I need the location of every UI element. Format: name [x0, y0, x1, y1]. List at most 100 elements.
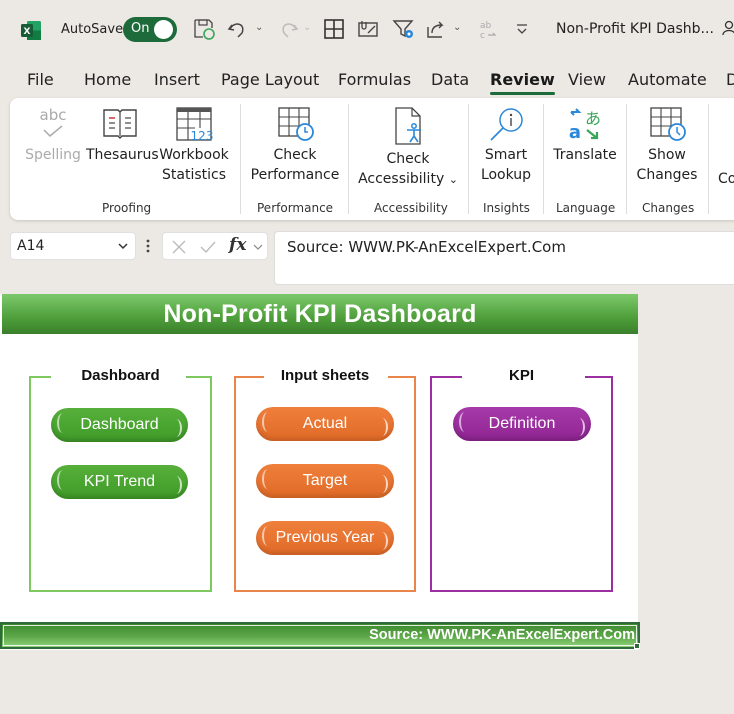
- source-footer-cell[interactable]: Source: WWW.PK-AnExcelExpert.Com: [0, 622, 640, 649]
- dashboard-nav-button[interactable]: Dashboard: [51, 408, 188, 442]
- dashboard-header-band: Non-Profit KPI Dashboard: [2, 294, 638, 334]
- borders-icon[interactable]: [322, 17, 346, 41]
- workbook-statistics-button[interactable]: 123 Workbook Statistics: [158, 106, 230, 185]
- undo-icon[interactable]: [226, 17, 250, 41]
- group-separator: [348, 104, 349, 214]
- share-icon[interactable]: [424, 17, 448, 41]
- thesaurus-button[interactable]: Thesaurus: [86, 106, 159, 165]
- customize-toolbar-icon[interactable]: [510, 17, 534, 41]
- group-label-changes: Changes: [642, 201, 695, 215]
- cancel-icon[interactable]: [171, 239, 187, 255]
- share-people-icon[interactable]: [722, 20, 734, 38]
- redo-icon: [282, 23, 299, 38]
- translate-label: Translate: [553, 147, 617, 163]
- group-separator: [708, 104, 709, 214]
- panel-title-kpi: KPI: [508, 367, 534, 384]
- sheet-background: [638, 294, 734, 714]
- group-label-language: Language: [556, 201, 616, 215]
- document-title[interactable]: Non-Profit KPI Dashb...: [556, 21, 714, 37]
- ribbon-tabs: File Home Insert Page Layout Formulas Da…: [0, 60, 734, 98]
- group-separator: [240, 104, 241, 214]
- target-nav-button[interactable]: Target: [256, 464, 394, 498]
- smart-lookup-icon: [490, 108, 523, 141]
- comments-label-partial: Co: [718, 171, 734, 187]
- check-performance-button[interactable]: Check Performance: [250, 106, 340, 185]
- panel-title-dashboard: Dashboard: [81, 367, 160, 384]
- name-box-value: A14: [17, 238, 45, 254]
- excel-logo-icon: X: [21, 21, 41, 40]
- smart-lookup-button[interactable]: Smart Lookup: [474, 106, 538, 185]
- save-sync-icon[interactable]: [192, 17, 216, 41]
- panel-input-sheets: Input sheets Actual Target Previous Year: [234, 367, 416, 592]
- name-box[interactable]: A14: [10, 232, 136, 260]
- more-options-icon[interactable]: [146, 238, 150, 254]
- panel-title-input-sheets: Input sheets: [280, 367, 370, 384]
- group-label-performance: Performance: [257, 201, 334, 215]
- tab-home[interactable]: Home: [84, 70, 131, 89]
- chevron-down-icon: ⌄: [448, 173, 458, 186]
- group-label-proofing: Proofing: [102, 201, 152, 215]
- autosave-state: On: [131, 21, 150, 36]
- show-changes-label-1: Show: [648, 147, 686, 163]
- kpi-trend-nav-button[interactable]: KPI Trend: [51, 465, 188, 499]
- undo-dropdown-chevron-icon[interactable]: ⌄: [255, 22, 263, 33]
- source-footer-text: Source: WWW.PK-AnExcelExpert.Com: [369, 627, 635, 643]
- enter-check-icon[interactable]: [199, 239, 217, 255]
- chevron-down-icon[interactable]: [117, 240, 129, 252]
- worksheet[interactable]: Non-Profit KPI Dashboard Dashboard Dashb…: [0, 294, 638, 650]
- fill-handle[interactable]: [634, 643, 640, 649]
- ribbon: abc Spelling Thesaurus 123 Workbook Stat…: [10, 98, 734, 220]
- svg-text:X: X: [24, 27, 31, 37]
- tab-insert[interactable]: Insert: [154, 70, 200, 89]
- definition-nav-button[interactable]: Definition: [453, 407, 591, 441]
- formula-input[interactable]: Source: WWW.PK-AnExcelExpert.Com: [274, 231, 734, 285]
- filter-settings-icon[interactable]: [392, 17, 416, 41]
- accessibility-icon: [395, 107, 421, 145]
- show-changes-button[interactable]: Show Changes: [632, 106, 702, 185]
- panel-dashboard: Dashboard Dashboard KPI Trend: [29, 367, 212, 592]
- book-icon: [103, 109, 137, 139]
- actual-nav-button[interactable]: Actual: [256, 407, 394, 441]
- redo-dropdown-chevron-icon: ⌄: [303, 22, 312, 33]
- tab-draw[interactable]: D: [726, 70, 734, 89]
- button-label: KPI Trend: [83, 473, 156, 490]
- insert-function-icon[interactable]: fx: [229, 235, 246, 255]
- show-changes-label-2: Changes: [636, 167, 698, 183]
- show-changes-icon: [650, 107, 686, 141]
- tab-review[interactable]: Review: [490, 70, 555, 95]
- spelling-label: Spelling: [25, 147, 81, 163]
- thesaurus-label: Thesaurus: [86, 147, 159, 163]
- tab-page-layout[interactable]: Page Layout: [221, 70, 319, 89]
- check-performance-icon: [278, 107, 314, 141]
- form-icon[interactable]: [356, 17, 380, 41]
- translate-button[interactable]: a あ Translate: [550, 106, 620, 165]
- formula-buttons: fx: [162, 232, 268, 260]
- svg-text:ab: ab: [480, 21, 492, 31]
- check-accessibility-button[interactable]: Check Accessibility ⌄: [356, 106, 460, 190]
- autosave-toggle[interactable]: On: [123, 17, 177, 42]
- panel-kpi: KPI Definition: [430, 367, 613, 592]
- workbook-statistics-icon: 123: [176, 107, 213, 142]
- button-label: Previous Year: [275, 529, 375, 546]
- chevron-down-icon[interactable]: [253, 242, 263, 252]
- tab-automate[interactable]: Automate: [628, 70, 707, 89]
- tab-formulas[interactable]: Formulas: [338, 70, 411, 89]
- comments-button[interactable]: Co: [718, 169, 734, 189]
- check-performance-label-2: Performance: [250, 167, 340, 183]
- svg-text:abc: abc: [40, 106, 67, 124]
- toggle-knob: [154, 20, 173, 39]
- svg-text:123: 123: [191, 129, 213, 142]
- group-label-insights: Insights: [483, 201, 530, 215]
- formula-text: Source: WWW.PK-AnExcelExpert.Com: [287, 238, 566, 256]
- tab-file[interactable]: File: [27, 70, 54, 89]
- share-dropdown-chevron-icon[interactable]: ⌄: [453, 22, 461, 33]
- workbook-statistics-label-2: Statistics: [162, 167, 226, 183]
- group-separator: [626, 104, 627, 214]
- previous-year-nav-button[interactable]: Previous Year: [256, 521, 394, 555]
- svg-text:a: a: [569, 122, 581, 142]
- smart-lookup-label-2: Lookup: [480, 167, 532, 183]
- dashboard-title: Non-Profit KPI Dashboard: [163, 299, 477, 328]
- tab-data[interactable]: Data: [431, 70, 469, 89]
- tab-view[interactable]: View: [568, 70, 606, 89]
- smart-lookup-label-1: Smart: [484, 147, 528, 163]
